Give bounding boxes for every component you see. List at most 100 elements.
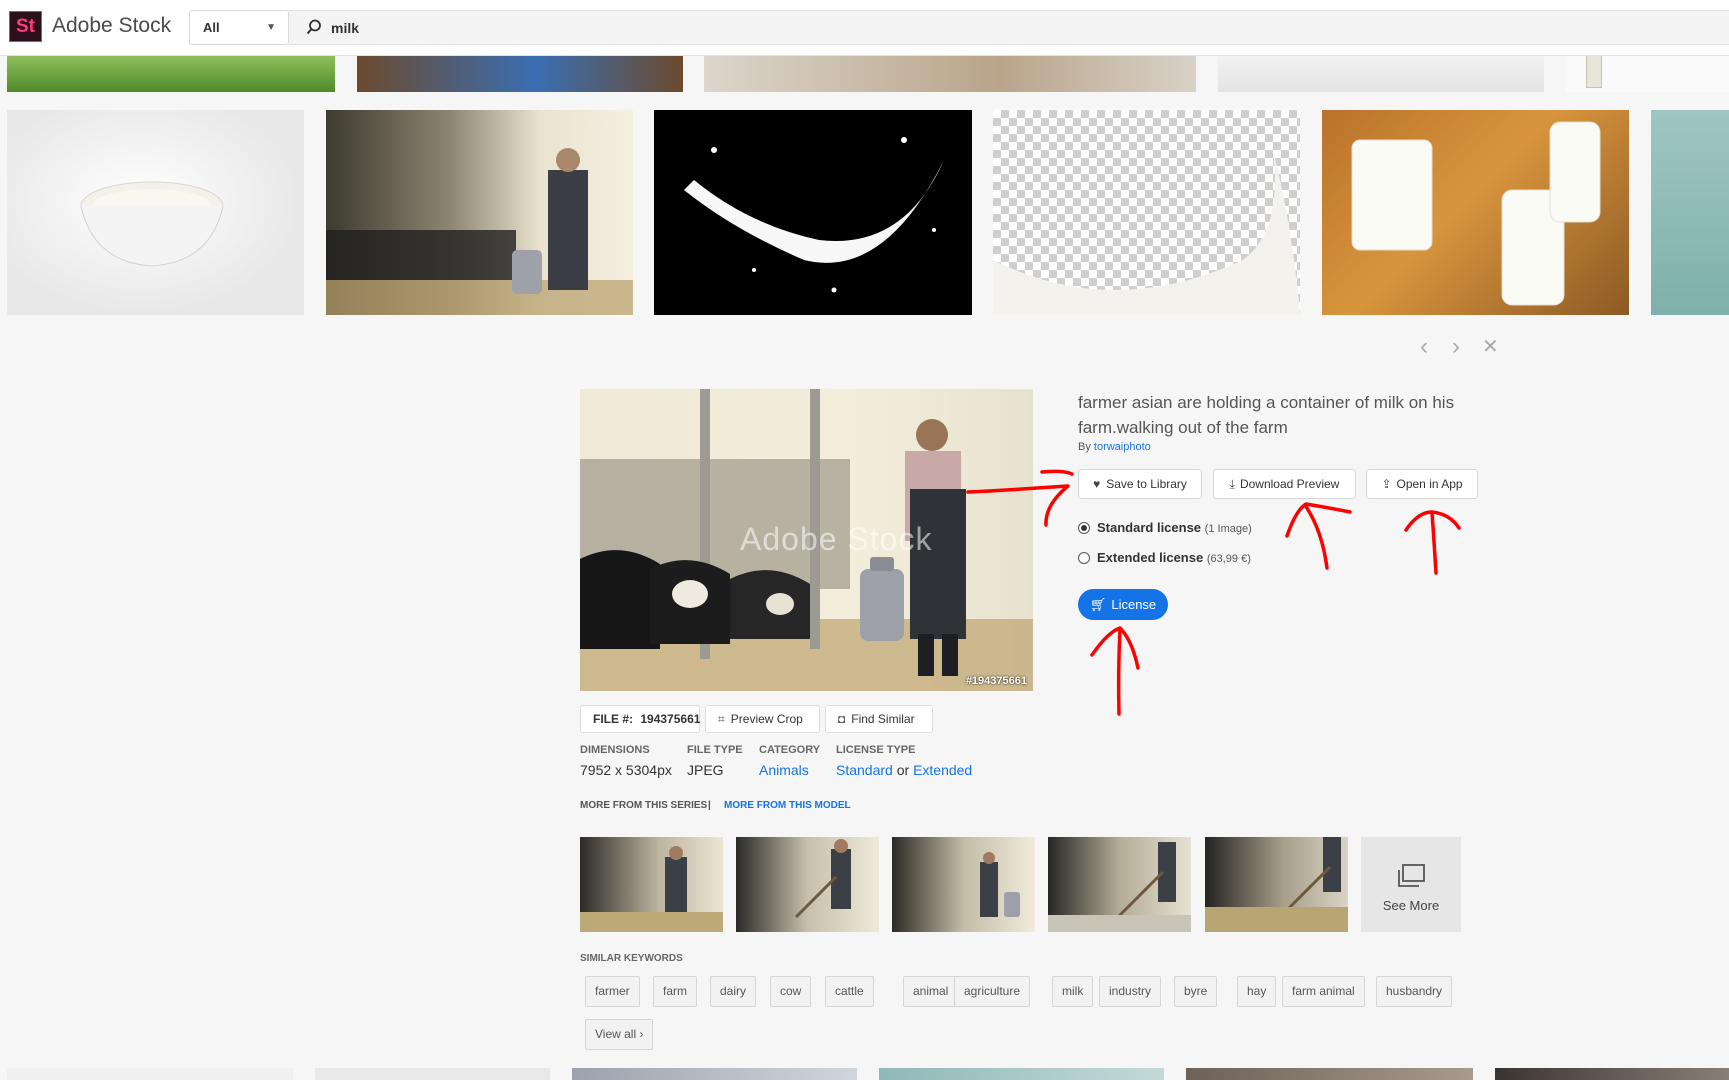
annotation-arrow-open-head [1404, 510, 1461, 532]
result-thumbnail[interactable] [993, 110, 1300, 315]
brand-name[interactable]: Adobe Stock [52, 14, 171, 38]
series-thumbnail[interactable] [1048, 837, 1191, 932]
save-to-library-label: Save to Library [1106, 477, 1187, 491]
find-similar-label: Find Similar [851, 712, 915, 726]
milk-bottles-image [1351, 121, 1601, 306]
license-button-label: License [1111, 597, 1157, 612]
keyword-tag[interactable]: cattle [825, 976, 874, 1007]
keyword-tag[interactable]: farmer [585, 976, 640, 1007]
previous-image-icon[interactable]: ‹ [1420, 333, 1428, 361]
result-thumbnail[interactable] [572, 1068, 857, 1080]
standard-license-label: Standard license [1097, 520, 1202, 535]
open-in-app-label: Open in App [1396, 477, 1463, 491]
open-in-app-button[interactable]: ⇪ Open in App [1366, 469, 1478, 499]
dimensions-value: 7952 x 5304px [580, 762, 672, 778]
watermark: Adobe Stock [740, 521, 933, 557]
top-bar: St Adobe Stock All ▼ [0, 0, 1729, 56]
heart-icon: ♥ [1093, 477, 1101, 491]
crop-icon: ⌗ [718, 712, 725, 726]
preview-crop-label: Preview Crop [730, 712, 803, 726]
annotation-arrow-license [1116, 628, 1122, 716]
result-thumbnail[interactable] [7, 1068, 293, 1080]
view-all-keywords-button[interactable]: View all › [585, 1019, 654, 1050]
file-number-chip: FILE #: 194375661 [580, 705, 700, 733]
extended-license-sub: (63,99 €) [1206, 553, 1251, 565]
keyword-tag[interactable]: animal [903, 976, 959, 1007]
file-number-value: 194375661 [640, 712, 701, 726]
camera-icon: ◘ [838, 712, 846, 726]
result-thumbnail[interactable] [1218, 56, 1544, 92]
series-photo [794, 839, 851, 919]
result-thumbnail[interactable] [7, 110, 304, 315]
keyword-tag[interactable]: farm animal [1282, 976, 1365, 1007]
author-link[interactable]: torwaiphoto [1094, 441, 1151, 453]
adobe-stock-page: St Adobe Stock All ▼ milk ‹ › ✕ Adobe St… [0, 0, 1729, 1080]
extended-license-radio[interactable] [1078, 552, 1090, 564]
search-bar [289, 10, 1729, 45]
result-thumbnail[interactable] [357, 56, 683, 92]
keyword-tag[interactable]: milk [1052, 976, 1094, 1007]
file-type-value: JPEG [687, 762, 724, 778]
license-or: or [896, 762, 910, 778]
extended-license-link[interactable]: Extended [913, 762, 972, 778]
series-photo [580, 846, 723, 932]
result-thumbnail[interactable] [704, 56, 1196, 92]
result-thumbnail[interactable] [879, 1068, 1164, 1080]
more-from-model-tab[interactable]: MORE FROM THIS MODEL [724, 800, 851, 811]
search-input[interactable] [331, 16, 931, 40]
series-thumbnail[interactable] [580, 837, 723, 932]
result-thumbnail[interactable] [1322, 110, 1629, 315]
series-thumbnail[interactable] [736, 837, 879, 932]
result-thumbnail[interactable] [7, 56, 335, 92]
preview-image[interactable]: Adobe Stock #194375661 [580, 389, 1033, 691]
chevron-down-icon: ▼ [266, 22, 276, 33]
category-link[interactable]: Animals [759, 762, 809, 778]
preview-crop-button[interactable]: ⌗ Preview Crop [705, 705, 820, 733]
by-label: By [1078, 441, 1091, 453]
file-type-label: FILE TYPE [687, 744, 743, 756]
extended-license-option[interactable]: Extended license (63,99 €) [1078, 550, 1251, 565]
save-to-library-button[interactable]: ♥ Save to Library [1078, 469, 1202, 499]
asset-type-select[interactable]: All ▼ [189, 10, 289, 45]
result-thumbnail[interactable] [1566, 56, 1729, 92]
standard-license-link[interactable]: Standard [836, 762, 893, 778]
result-thumbnail[interactable] [1495, 1068, 1729, 1080]
keyword-tag[interactable]: dairy [710, 976, 757, 1007]
adobe-stock-logo-icon[interactable]: St [9, 11, 42, 42]
keyword-tag[interactable]: cow [770, 976, 812, 1007]
more-from-series-tab[interactable]: MORE FROM THIS SERIES [580, 800, 707, 811]
license-type-value: Standard or Extended [836, 762, 972, 778]
keyword-tag[interactable]: hay [1237, 976, 1277, 1007]
keyword-tag[interactable]: agriculture [954, 976, 1031, 1007]
series-thumbnail[interactable] [892, 837, 1035, 932]
asset-type-value: All [203, 20, 220, 35]
see-more-button[interactable]: See More [1361, 837, 1461, 932]
search-icon [306, 19, 321, 35]
find-similar-button[interactable]: ◘ Find Similar [825, 705, 933, 733]
result-thumbnail[interactable] [326, 110, 633, 315]
series-photo [1048, 842, 1191, 932]
milk-glass-shape [1586, 56, 1602, 88]
keyword-tag[interactable]: husbandry [1376, 976, 1453, 1007]
result-thumbnail[interactable] [1651, 110, 1729, 315]
standard-license-option[interactable]: Standard license (1 Image) [1078, 520, 1252, 535]
milk-wave-image [993, 150, 1300, 315]
keyword-tag[interactable]: industry [1099, 976, 1162, 1007]
result-thumbnail[interactable] [1186, 1068, 1473, 1080]
result-thumbnail[interactable] [315, 1068, 550, 1080]
license-button[interactable]: 🛒︎ License [1078, 589, 1168, 620]
download-icon: ⤓ [1229, 477, 1235, 491]
download-preview-button[interactable]: ⤓ Download Preview [1213, 469, 1356, 499]
annotation-arrow-download [1303, 503, 1329, 570]
farmer-cows-image [326, 148, 633, 315]
standard-license-radio[interactable] [1078, 522, 1090, 534]
file-id-overlay: #194375661 [965, 675, 1027, 687]
series-thumbnail[interactable] [1205, 837, 1348, 932]
result-thumbnail[interactable] [654, 110, 972, 315]
next-image-icon[interactable]: › [1452, 333, 1460, 361]
series-photo [980, 852, 1020, 917]
extended-license-label: Extended license [1097, 550, 1204, 565]
keyword-tag[interactable]: byre [1174, 976, 1218, 1007]
close-detail-icon[interactable]: ✕ [1482, 333, 1499, 361]
keyword-tag[interactable]: farm [653, 976, 697, 1007]
